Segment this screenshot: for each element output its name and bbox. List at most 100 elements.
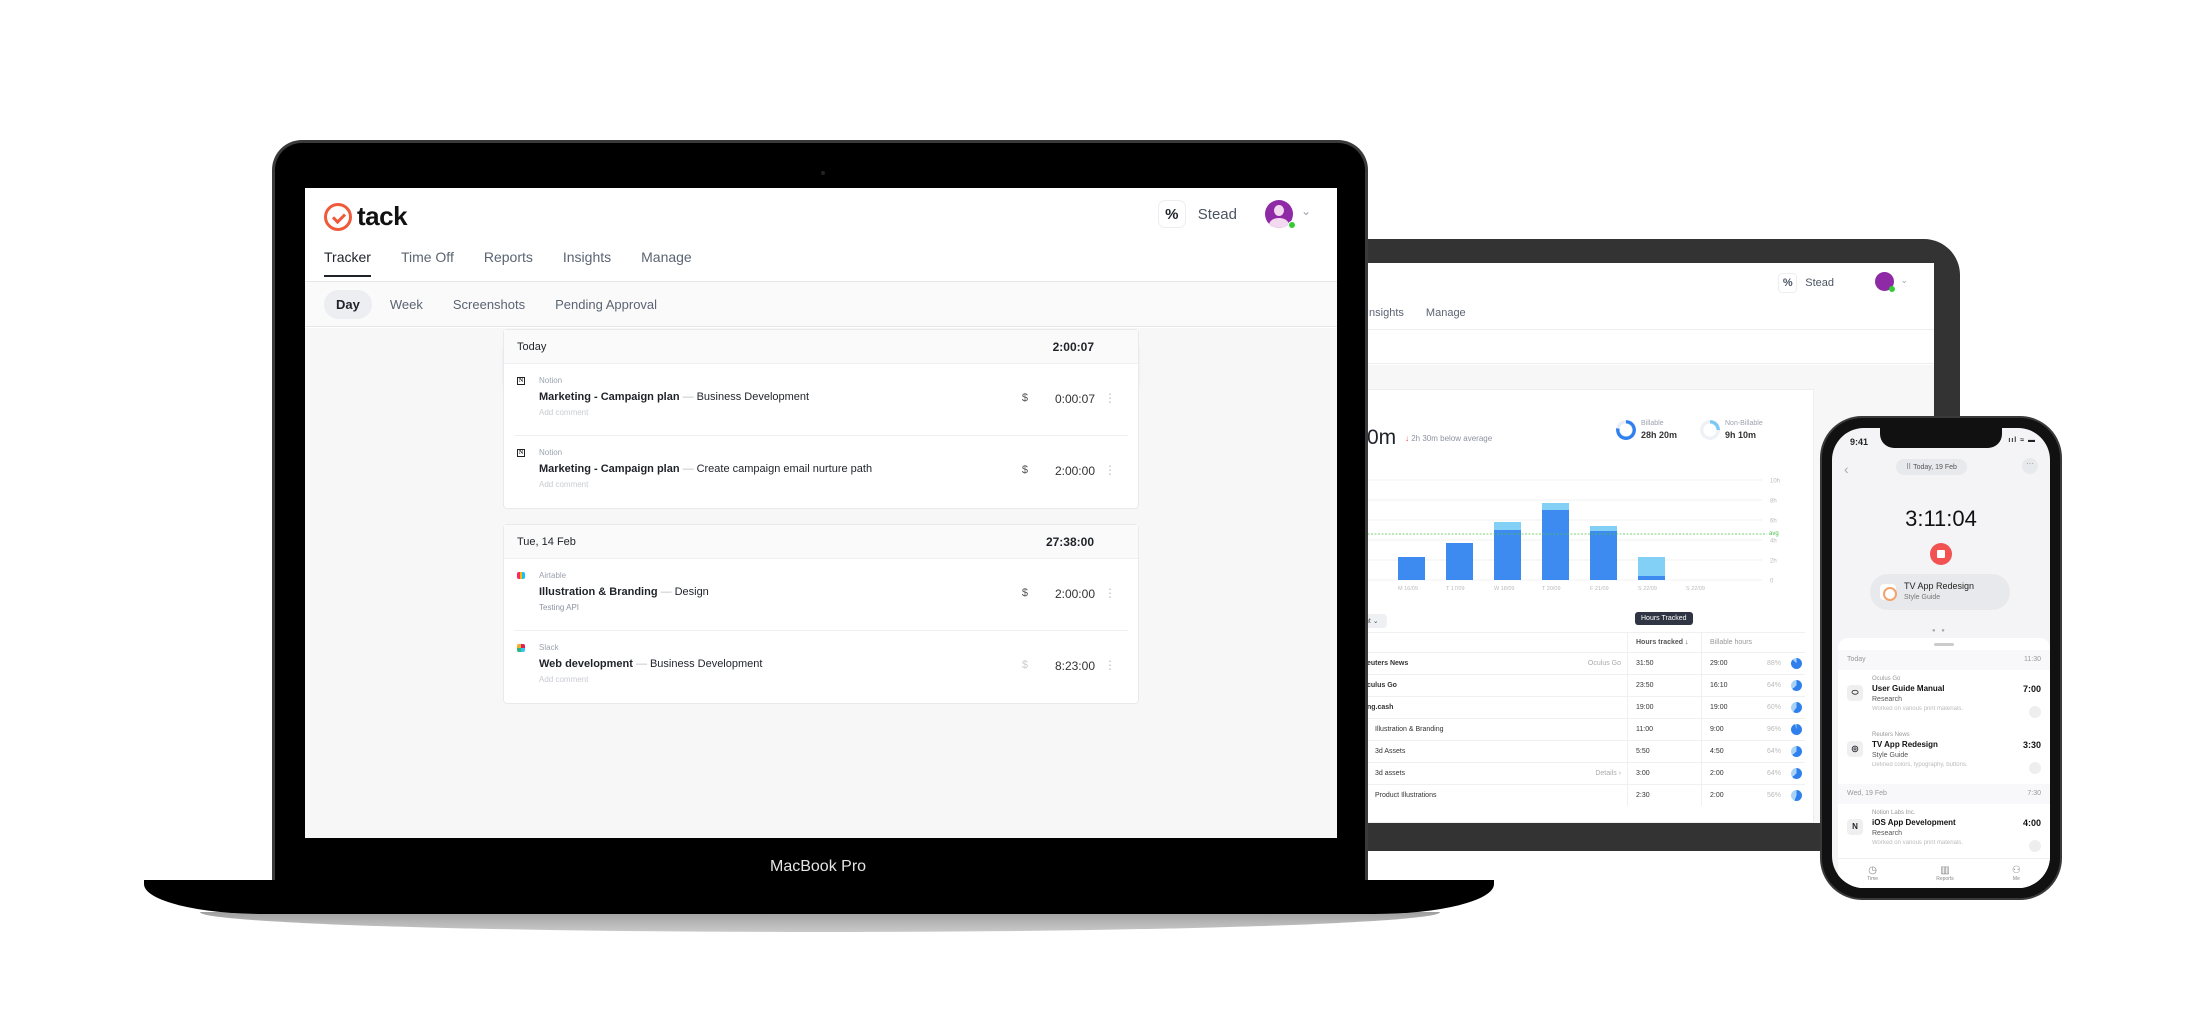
table-row[interactable]: euters News Oculus Go 31:50 29:00 88% [1366, 652, 1805, 674]
table-row[interactable]: 3d assets Details › 3:00 2:00 64% [1366, 762, 1805, 784]
bar-non-billable[interactable] [1590, 526, 1617, 531]
legend-nonbillable-label: Non-Billable [1725, 420, 1763, 427]
play-icon[interactable] [2029, 706, 2041, 718]
entry-duration[interactable]: 2:00:00 [1055, 464, 1095, 478]
org-switcher[interactable]: % Stead [1157, 200, 1237, 228]
entry-project: iOS App Development [1872, 818, 1956, 827]
time-icon: ◷ [1868, 865, 1877, 876]
date-selector[interactable]: ⠿ Today, 19 Feb [1896, 459, 1967, 475]
group-by-filter[interactable]: nt ⌄ [1366, 614, 1387, 628]
entry-duration[interactable]: 2:00:00 [1055, 587, 1095, 601]
bar-billable[interactable] [1446, 543, 1473, 580]
current-task[interactable]: TV App Redesign Style Guide [1870, 574, 2010, 610]
airtable-icon [517, 572, 525, 579]
table-row[interactable]: Product Illustrations 2:30 2:00 56% [1366, 784, 1805, 806]
sort-hours-tracked[interactable]: Hours tracked ↓ [1627, 633, 1701, 652]
day-label: Tue, 14 Feb [517, 535, 576, 548]
entry-title[interactable]: Marketing - Campaign plan — Create campaig… [539, 463, 872, 475]
back-icon[interactable]: ‹ [1844, 461, 1849, 477]
separator: — [635, 658, 647, 670]
bar-billable[interactable] [1638, 576, 1665, 580]
tabbar-reports[interactable]: ▥ Reports [1936, 865, 1954, 882]
row-percent: 64% [1766, 748, 1781, 755]
table-row[interactable]: culus Go 23:50 16:10 64% [1366, 674, 1805, 696]
play-icon[interactable] [2029, 762, 2041, 774]
more-options-icon[interactable]: ⋮ [1104, 658, 1116, 672]
stop-timer-button[interactable] [1930, 543, 1952, 565]
more-options-icon[interactable]: ⋮ [1104, 586, 1116, 600]
row-extra[interactable]: Details › [1595, 770, 1621, 777]
entry-task: Business Development [649, 658, 763, 670]
entry-project: Illustration & Branding [539, 586, 658, 598]
tablet-tab-insights[interactable]: Insights [1366, 307, 1404, 319]
row-name: euters News Oculus Go [1367, 660, 1621, 667]
time-entry[interactable]: Airtable Illustration & Branding — Design Te… [514, 559, 1128, 631]
entry-title[interactable]: Marketing - Campaign plan — Business Devel… [539, 391, 809, 403]
phone-entry[interactable]: N Notion Labs Inc. iOS App Development Rese… [1838, 806, 2050, 861]
tablet-avatar[interactable] [1875, 272, 1895, 292]
time-entry[interactable]: Slack Web development — Business Developmen… [514, 631, 1128, 703]
percent-pie-icon [1791, 768, 1802, 779]
bar-non-billable[interactable] [1638, 557, 1665, 576]
row-extra[interactable]: Oculus Go [1588, 660, 1621, 667]
phone-entry[interactable]: ⬭ Oculus Go User Guide Manual Research Worke… [1838, 672, 2050, 727]
subtab-pending-approval[interactable]: Pending Approval [543, 290, 669, 319]
bar-billable[interactable] [1494, 530, 1521, 580]
entry-comment[interactable]: Add comment [539, 480, 588, 489]
reuters-newsicon: ◎ [1847, 741, 1863, 757]
bar-billable[interactable] [1398, 557, 1425, 580]
legend-billable-label: Billable [1641, 420, 1664, 427]
table-row[interactable]: 3d Assets 5:50 4:50 64% [1366, 740, 1805, 762]
entry-title[interactable]: Web development — Business Development [539, 658, 762, 670]
entry-title[interactable]: Illustration & Branding — Design [539, 586, 709, 598]
status-time: 9:41 [1850, 437, 1869, 447]
tab-time-off[interactable]: Time Off [401, 249, 454, 277]
time-entry[interactable]: N Notion Marketing - Campaign plan — Create … [514, 436, 1128, 508]
bar-billable[interactable] [1590, 531, 1617, 580]
entry-duration[interactable]: 0:00:07 [1055, 392, 1095, 406]
entry-comment[interactable]: Add comment [539, 408, 588, 417]
chevron-down-icon[interactable]: ⌄ [1900, 275, 1908, 286]
table-row[interactable]: ng.cash 19:00 19:00 60% [1366, 696, 1805, 718]
billable-icon[interactable]: $ [1022, 587, 1028, 599]
tab-tracker[interactable]: Tracker [324, 249, 371, 277]
subtab-week[interactable]: Week [378, 290, 435, 319]
play-icon[interactable] [2029, 840, 2041, 852]
subtab-day[interactable]: Day [324, 289, 372, 319]
more-icon[interactable]: ··· [2022, 458, 2038, 474]
bar-non-billable[interactable] [1494, 522, 1521, 530]
tack-logo[interactable]: tack [324, 201, 408, 232]
entry-comment[interactable]: Testing API [539, 603, 579, 612]
billable-hours-header[interactable]: Billable hours [1701, 633, 1805, 652]
laptop-screen: tack % Stead ⌄ Tracker Time Off Reports Ins… [305, 188, 1337, 838]
subtab-screenshots[interactable]: Screenshots [441, 290, 537, 319]
row-name: 3d Assets [1375, 748, 1406, 755]
bar-non-billable[interactable] [1542, 503, 1569, 510]
tabbar-me[interactable]: ⚇ Me [2012, 865, 2021, 882]
tablet-org-switcher[interactable]: % Stead [1778, 273, 1834, 293]
percent-pie-icon [1791, 790, 1802, 801]
entry-duration[interactable]: 8:23:00 [1055, 659, 1095, 673]
tablet-tab-manage[interactable]: Manage [1426, 307, 1466, 319]
billable-icon[interactable]: $ [1022, 464, 1028, 476]
more-options-icon[interactable]: ⋮ [1104, 463, 1116, 477]
tab-insights[interactable]: Insights [563, 249, 611, 277]
sheet-handle[interactable] [1934, 643, 1954, 646]
chevron-down-icon[interactable]: ⌄ [1301, 204, 1311, 218]
billable-icon[interactable]: $ [1022, 392, 1028, 404]
clock-check-icon [324, 202, 352, 231]
bar-billable[interactable] [1542, 510, 1569, 580]
more-options-icon[interactable]: ⋮ [1104, 391, 1116, 405]
oculus-goicon: ⬭ [1847, 685, 1863, 701]
average-label: avg [1769, 531, 1779, 537]
tab-manage[interactable]: Manage [641, 249, 692, 277]
tablet-nav: Insights Manage [1366, 307, 1466, 319]
entry-comment[interactable]: Add comment [539, 675, 588, 684]
tabbar-time[interactable]: ◷ Time [1867, 865, 1878, 882]
tab-reports[interactable]: Reports [484, 249, 533, 277]
entry-app: Slack [539, 643, 559, 652]
billable-icon[interactable]: $ [1022, 659, 1028, 671]
table-row[interactable]: Illustration & Branding 11:00 9:00 96% [1366, 718, 1805, 740]
phone-entry[interactable]: ◎ Reuters News TV App Redesign Style Guide D… [1838, 728, 2050, 783]
time-entry[interactable]: N Notion Marketing - Campaign plan — Busines… [514, 364, 1128, 436]
